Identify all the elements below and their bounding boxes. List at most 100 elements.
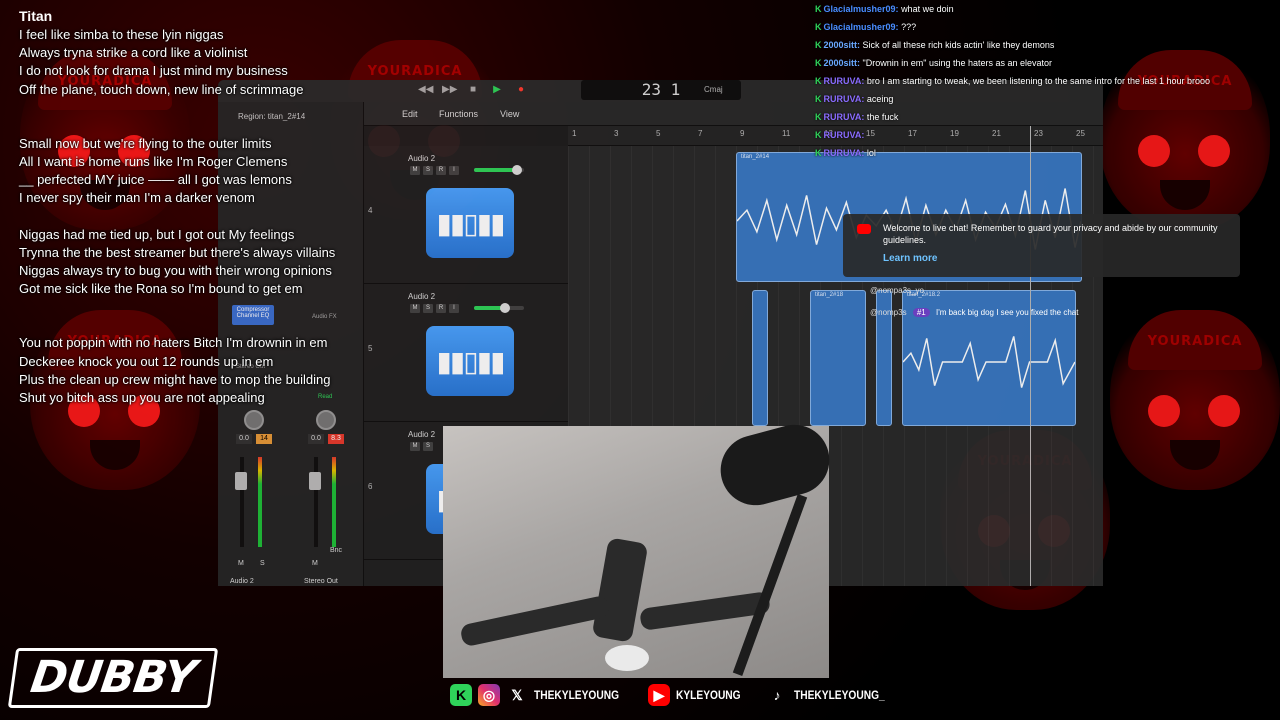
learn-more-link[interactable]: Learn more: [883, 253, 937, 264]
volume-fader[interactable]: [235, 472, 247, 490]
lyric-line: Niggas had me tied up, but I got out My …: [19, 226, 295, 242]
chat-username: Glacialmusher09:: [823, 4, 899, 14]
waveform: [903, 336, 1075, 388]
lyric-line: Shut yo bitch ass up you are not appeali…: [19, 390, 265, 406]
chat-text: the fuck: [866, 112, 899, 122]
kick-icon: K: [815, 148, 822, 158]
mute-button[interactable]: M: [238, 560, 244, 567]
ruler-tick: 7: [698, 129, 703, 138]
tiktok-icon: ♪: [773, 687, 781, 703]
mute-button[interactable]: M: [410, 304, 420, 313]
input-monitor-button[interactable]: I: [449, 304, 459, 313]
lyric-line: Niggas always try to bug you with their …: [19, 263, 332, 279]
chat-message: K RURUVA: aceing: [815, 90, 1280, 108]
waveform-icon: ▮▮▯▮▮: [426, 188, 514, 258]
track-name[interactable]: Audio 2: [408, 430, 435, 439]
live-chat-welcome-toast: Welcome to live chat! Remember to guard …: [843, 214, 1240, 277]
solo-button[interactable]: S: [423, 304, 433, 313]
solo-button[interactable]: S: [423, 166, 433, 175]
stop-icon[interactable]: ■: [466, 83, 480, 97]
fader-track: [314, 457, 318, 547]
playhead[interactable]: [1030, 126, 1031, 586]
lyric-line: Deckeree knock you out 12 rounds up in e…: [19, 353, 274, 369]
record-icon[interactable]: ●: [514, 83, 528, 97]
ceiling-fan-hub: [605, 645, 649, 671]
record-enable-button[interactable]: R: [436, 304, 446, 313]
peak-value: 14: [256, 434, 272, 444]
mute-button[interactable]: M: [410, 166, 420, 175]
menu-view[interactable]: View: [500, 109, 519, 119]
dubby-logo: DUBBY: [7, 648, 219, 708]
chat-message: K 2000sitt: "Drownin in em" using the hat…: [815, 54, 1280, 72]
mute-button[interactable]: M: [410, 442, 420, 451]
record-enable-button[interactable]: R: [436, 166, 446, 175]
ruler-tick: 11: [782, 129, 791, 138]
forward-icon[interactable]: ▶▶: [442, 83, 457, 97]
play-icon[interactable]: ▶: [490, 83, 504, 97]
key-signature: Cmaj: [704, 85, 723, 94]
track-number: 6: [368, 482, 373, 491]
track-volume-slider[interactable]: [474, 165, 524, 175]
pan-knob[interactable]: [316, 410, 336, 430]
youtube-icon: ▶: [648, 684, 671, 706]
youtube-icon: [857, 224, 871, 234]
pan-knob[interactable]: [244, 410, 264, 430]
fader-track: [240, 457, 244, 547]
ruler-tick: 3: [614, 129, 619, 138]
chat-username: RURUVA:: [823, 76, 865, 86]
kick-chat: K Glacialmusher09: what we doin K Glacialm…: [815, 0, 1280, 162]
kick-icon: K: [815, 40, 822, 50]
x-icon: 𝕏: [511, 686, 523, 703]
lyric-line: Off the plane, touch down, new line of s…: [19, 81, 304, 97]
solo-button[interactable]: S: [423, 442, 433, 451]
volume-fader[interactable]: [309, 472, 321, 490]
chat-username: RURUVA:: [823, 112, 865, 122]
solo-button[interactable]: S: [260, 560, 265, 567]
chat-message: K RURUVA:: [815, 126, 1280, 144]
lyric-line: I never spy their man I'm a darker venom: [19, 190, 255, 206]
lyric-line: Trynna the the best streamer but there's…: [19, 244, 336, 260]
yt-chat-username: @nomp3s: [870, 308, 907, 317]
chat-username: 2000sitt:: [823, 58, 861, 68]
chat-text: lol: [866, 148, 876, 158]
chat-message: K Glacialmusher09: what we doin: [815, 0, 1280, 18]
channel-name: Audio 2: [230, 578, 254, 585]
kick-icon: K: [815, 22, 822, 32]
chat-text: Sick of all these rich kids actin' like …: [862, 40, 1055, 50]
x-handle: THEKYLEYOUNG: [534, 688, 620, 702]
chat-text: what we doin: [901, 4, 954, 14]
chat-username: Glacialmusher09:: [823, 22, 899, 32]
lyrics-overlay: Titan I feel like simba to these lyin ni…: [19, 8, 399, 407]
ruler-tick: 9: [740, 129, 745, 138]
chat-message: K RURUVA: the fuck: [815, 108, 1280, 126]
input-monitor-button[interactable]: I: [449, 166, 459, 175]
track-name[interactable]: Audio 2: [408, 154, 435, 163]
audio-region[interactable]: [752, 290, 768, 426]
yt-chat-text: I'm back big dog I see you fixed the cha…: [935, 308, 1079, 317]
track-volume-slider[interactable]: [474, 303, 524, 313]
chat-message: K RURUVA: lol: [815, 144, 1280, 162]
transport-controls: ◀◀ ▶▶ ■ ▶ ●: [418, 83, 528, 97]
channel-name: Stereo Out: [304, 578, 338, 585]
yt-chat-message: @nomp3s #1 I'm back big dog I see you fi…: [870, 308, 1078, 317]
tiktok-handle: THEKYLEYOUNG_: [794, 688, 885, 702]
lyric-line: All I want is home runs like I'm Roger C…: [19, 154, 288, 170]
chat-text: "Drownin in em" using the haters as an e…: [862, 58, 1053, 68]
track-buttons: M S R I: [410, 166, 459, 175]
track-buttons: M S: [410, 442, 433, 451]
track-buttons: M S R I: [410, 304, 459, 313]
ruler-tick: 1: [572, 129, 577, 138]
kick-icon: K: [815, 112, 822, 122]
bounce-button[interactable]: Bnc: [330, 547, 342, 554]
chat-message: K RURUVA: bro I am starting to tweak, we …: [815, 72, 1280, 90]
menu-edit[interactable]: Edit: [402, 109, 418, 119]
bg-mascot-face: YOURADICA: [1110, 300, 1280, 490]
track-name[interactable]: Audio 2: [408, 292, 435, 301]
menu-functions[interactable]: Functions: [439, 109, 478, 119]
lyric-line: __ perfected MY juice —— all I got was l…: [19, 172, 292, 188]
mute-button[interactable]: M: [312, 560, 318, 567]
chat-text: aceing: [866, 94, 894, 104]
audio-region[interactable]: titan_2#18: [810, 290, 866, 426]
level-meter: [332, 457, 336, 547]
rewind-icon[interactable]: ◀◀: [418, 83, 433, 97]
